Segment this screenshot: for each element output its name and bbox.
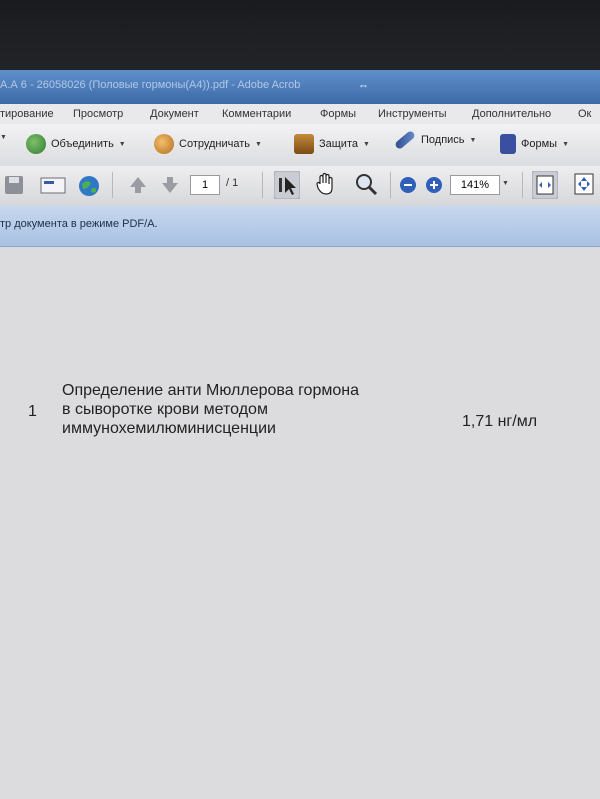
sign-button[interactable]: Подпись ▼ (394, 129, 477, 151)
menu-bar: тирование Просмотр Документ Комментарии … (0, 104, 600, 124)
menu-item-forms[interactable]: Формы (320, 108, 356, 120)
sign-label: Подпись (421, 134, 465, 146)
menu-item-document[interactable]: Документ (150, 108, 199, 120)
merge-button[interactable]: Объединить ▼ (26, 134, 126, 154)
email-icon[interactable] (40, 175, 66, 200)
collaborate-icon (154, 134, 174, 154)
restore-icon[interactable]: ⇔ (358, 80, 369, 92)
arrow-up-icon[interactable] (128, 175, 148, 200)
chevron-down-icon: ▼ (0, 134, 7, 141)
forms-button[interactable]: Формы ▼ (500, 134, 569, 154)
chevron-down-icon: ▼ (562, 140, 570, 148)
page-number-input[interactable]: 1 (190, 175, 220, 195)
chevron-down-icon: ▼ (363, 140, 370, 148)
chevron-down-icon: ▼ (469, 136, 477, 144)
menu-item-comments[interactable]: Комментарии (222, 108, 291, 120)
pdfa-info-bar: тр документа в режиме PDF/A. (0, 206, 600, 247)
menu-item-window[interactable]: Ок (578, 108, 591, 120)
pen-icon (394, 129, 416, 151)
hand-tool-icon[interactable] (314, 172, 338, 201)
toolbar-overflow-button[interactable]: ▼ (0, 134, 7, 141)
zoom-out-icon[interactable] (398, 175, 418, 200)
acrobat-window: А.А 6 - 26058026 (Половые гормоны(А4)).p… (0, 70, 600, 799)
select-tool-icon[interactable] (273, 170, 301, 204)
toolbar-divider (262, 172, 263, 198)
collaborate-label: Сотрудничать (179, 138, 251, 150)
navigation-toolbar: 1 / 1 141% ▼ (0, 166, 600, 207)
form-icon (500, 134, 516, 154)
merge-label: Объединить (51, 138, 114, 150)
arrow-down-icon[interactable] (160, 175, 180, 200)
fit-page-icon[interactable] (572, 172, 596, 201)
toolbar-divider (522, 172, 523, 198)
test-name-line: в сыворотке крови методом (62, 401, 268, 418)
lock-icon (294, 134, 314, 154)
test-result: 1,71 нг/мл (462, 413, 538, 430)
zoom-level-input[interactable]: 141% (450, 175, 500, 195)
pdfa-message: тр документа в режиме PDF/A. (0, 218, 158, 230)
menu-item-advanced[interactable]: Дополнительно (472, 108, 551, 120)
collaborate-button[interactable]: Сотрудничать ▼ (154, 134, 262, 154)
menu-item-tools[interactable]: Инструменты (378, 108, 447, 120)
zoom-in-icon[interactable] (424, 175, 444, 200)
task-toolbar: ▼ Объединить ▼ Сотрудничать ▼ Защита ▼ П… (0, 124, 600, 166)
chevron-down-icon: ▼ (118, 140, 126, 148)
test-name: Определение анти Мюллерова гормона в сыв… (62, 381, 442, 438)
row-number: 1 (28, 403, 37, 420)
forms-label: Формы (521, 138, 558, 150)
globe-icon[interactable] (78, 175, 100, 202)
toolbar-divider (112, 172, 113, 198)
protect-label: Защита (319, 138, 358, 150)
menu-item-edit[interactable]: тирование (0, 108, 54, 120)
window-title: А.А 6 - 26058026 (Половые гормоны(А4)).p… (0, 79, 301, 91)
chevron-down-icon: ▼ (255, 140, 262, 148)
merge-icon (26, 134, 46, 154)
chevron-down-icon[interactable]: ▼ (502, 180, 509, 187)
save-icon[interactable] (4, 175, 24, 200)
title-bar: А.А 6 - 26058026 (Половые гормоны(А4)).p… (0, 70, 600, 104)
page-total: / 1 (226, 177, 239, 189)
test-name-line: Определение анти Мюллерова гормона (62, 382, 359, 399)
menu-item-view[interactable]: Просмотр (73, 108, 123, 120)
protect-button[interactable]: Защита ▼ (294, 134, 370, 154)
test-name-line: иммунохемилюминисценции (62, 420, 276, 437)
toolbar-divider (390, 172, 391, 198)
monitor-bezel (0, 0, 600, 80)
zoom-tool-icon[interactable] (354, 172, 378, 201)
document-page: 1 Определение анти Мюллерова гормона в с… (0, 247, 600, 799)
fit-width-icon[interactable] (531, 170, 559, 204)
